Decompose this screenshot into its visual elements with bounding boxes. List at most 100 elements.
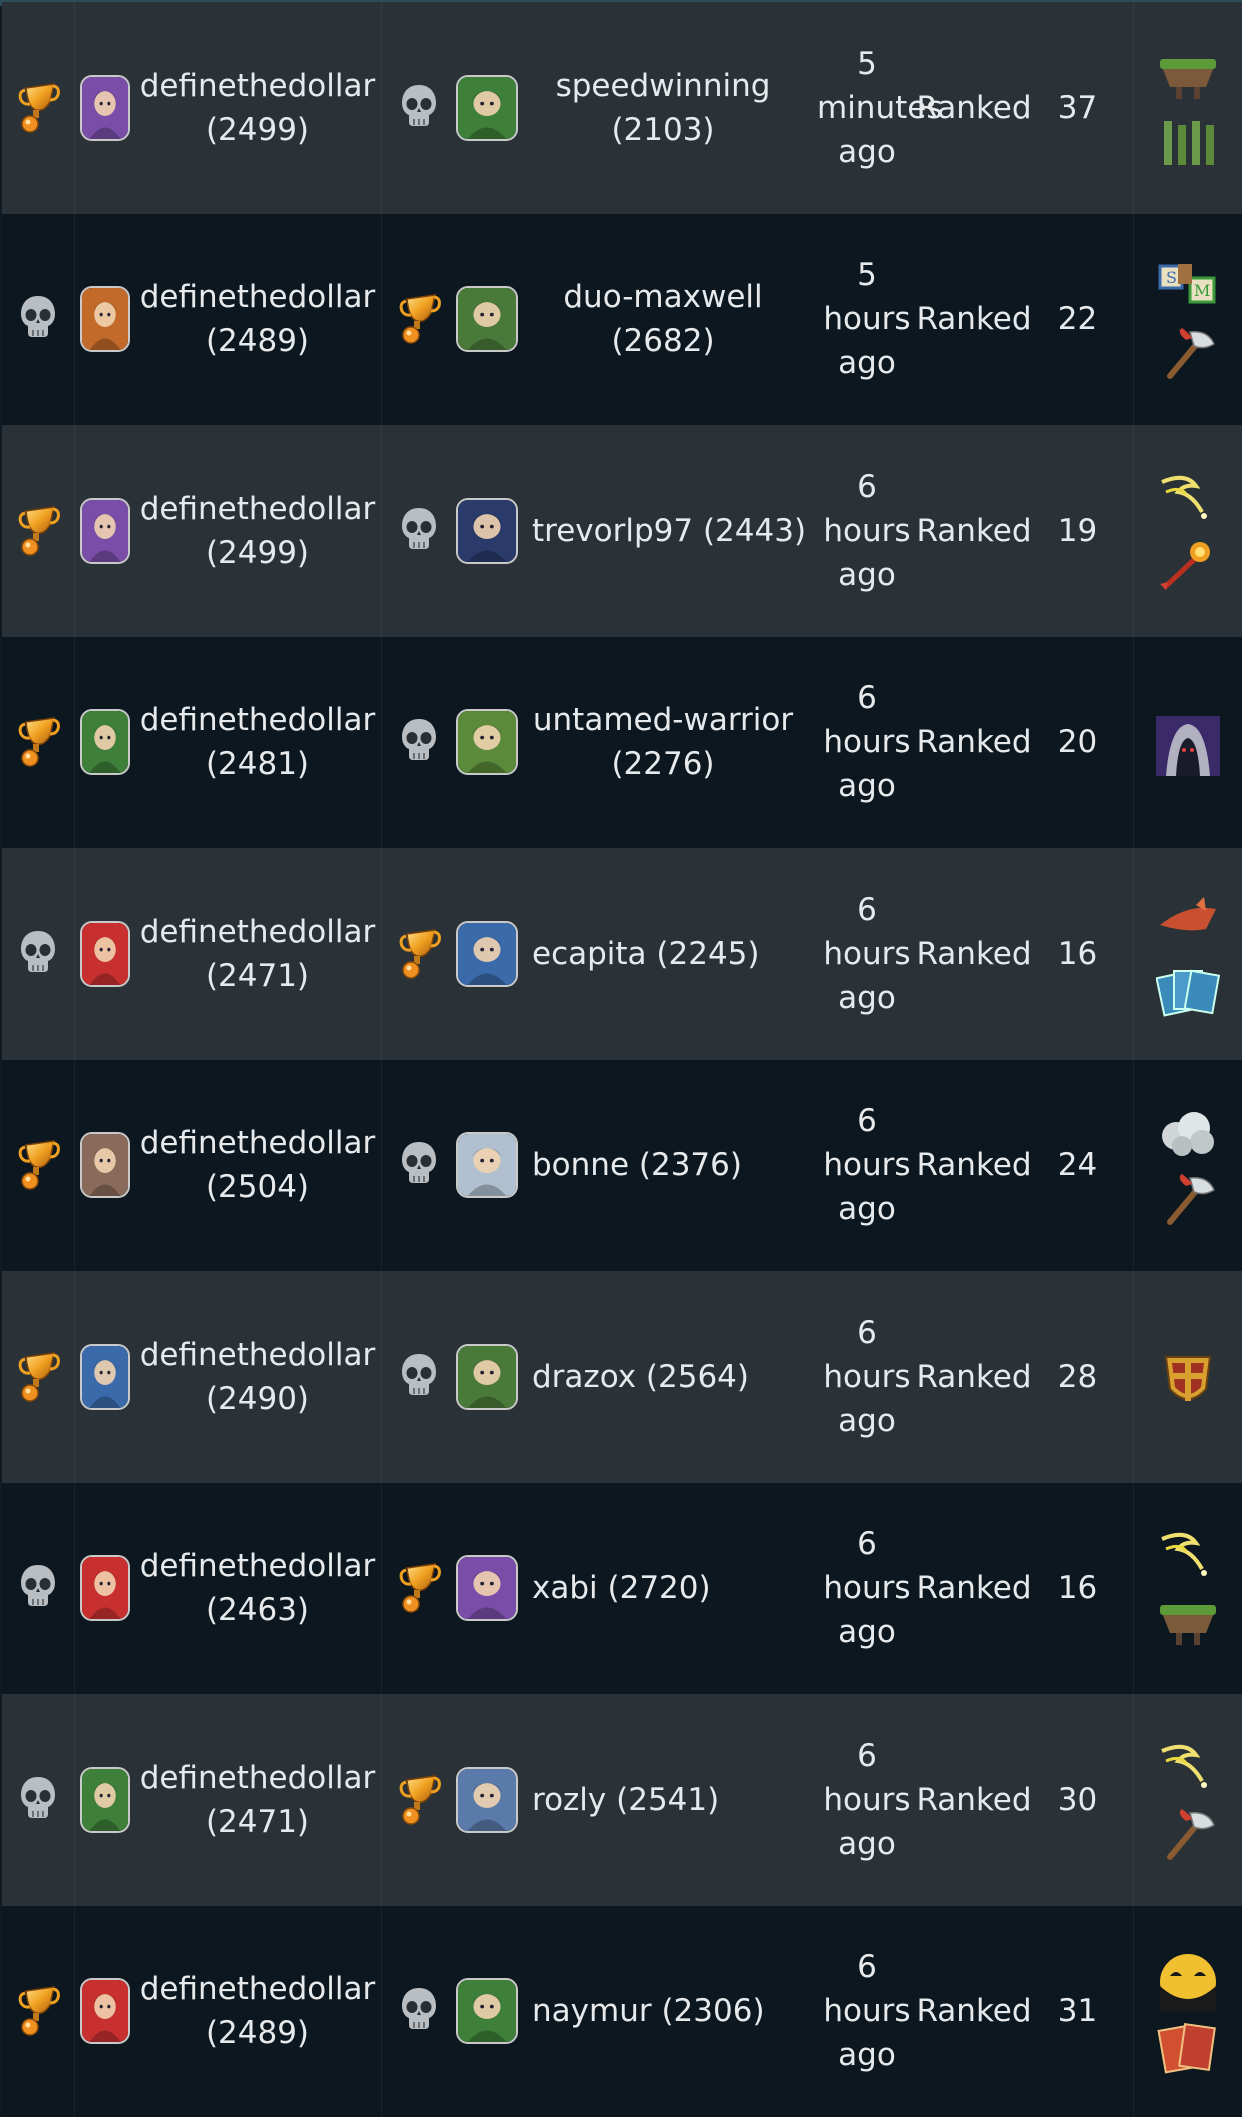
shield-card-icon[interactable] bbox=[1156, 1351, 1220, 1403]
player2-link[interactable]: trevorlp97 (2443) bbox=[532, 509, 806, 553]
player1-link[interactable]: definethedollar (2471) bbox=[140, 1756, 375, 1844]
axe-card-icon[interactable] bbox=[1156, 1172, 1220, 1224]
match-row: definethedollar (2489) duo-maxwell bbox=[2, 214, 1242, 426]
match-cards-cell: S M bbox=[1134, 214, 1242, 426]
player1-link[interactable]: definethedollar (2489) bbox=[140, 1967, 375, 2055]
player1-result bbox=[2, 2, 74, 214]
wizard-avatar[interactable] bbox=[80, 1344, 130, 1410]
golden-knight-avatar[interactable] bbox=[456, 1555, 518, 1621]
night-eyes-card-icon[interactable] bbox=[1156, 1952, 1220, 2004]
player2-link[interactable]: ecapita (2245) bbox=[532, 932, 760, 976]
old-sage-avatar[interactable] bbox=[456, 1344, 518, 1410]
trophy-icon bbox=[16, 1981, 60, 2041]
elf-girl-avatar[interactable] bbox=[456, 1978, 518, 2044]
red-dragon-avatar[interactable] bbox=[80, 1978, 130, 2044]
sm-blocks-card-icon[interactable]: S M bbox=[1156, 260, 1220, 312]
match-turns: 20 bbox=[1058, 720, 1097, 764]
player2-link[interactable]: xabi (2720) bbox=[532, 1566, 711, 1610]
bars-card-icon[interactable] bbox=[1156, 115, 1220, 167]
match-mode: Ranked bbox=[916, 1143, 1031, 1187]
axe-card-icon[interactable] bbox=[1156, 1807, 1220, 1859]
player2-avatar-cell bbox=[456, 1906, 518, 2117]
dark-mage-avatar[interactable] bbox=[456, 498, 518, 564]
trophy-icon bbox=[16, 1347, 60, 1407]
lizard-warrior-avatar[interactable] bbox=[456, 709, 518, 775]
elf-girl-avatar[interactable] bbox=[80, 1767, 130, 1833]
player1-avatar-cell bbox=[74, 1483, 134, 1695]
red-dragon-avatar[interactable] bbox=[80, 921, 130, 987]
photo-face-avatar[interactable] bbox=[80, 1132, 130, 1198]
player1-link[interactable]: definethedollar (2490) bbox=[140, 1333, 375, 1421]
player2-rating: (2276) bbox=[533, 742, 793, 786]
player2-link[interactable]: duo-maxwell (2682) bbox=[563, 275, 762, 363]
axe-card-icon[interactable] bbox=[1156, 326, 1220, 378]
skull-icon bbox=[18, 1774, 58, 1826]
player2-name: naymur bbox=[532, 1993, 652, 2029]
sleeping-avatar[interactable] bbox=[456, 1132, 518, 1198]
match-mode-cell: Ranked bbox=[926, 1271, 1022, 1483]
lightning-card-icon[interactable] bbox=[1156, 1529, 1220, 1581]
player2-link[interactable]: untamed-warrior (2276) bbox=[533, 698, 793, 786]
elf-girl-avatar[interactable] bbox=[80, 709, 130, 775]
player1-link[interactable]: definethedollar (2504) bbox=[140, 1121, 375, 1209]
player2-result bbox=[382, 1060, 456, 1272]
lightning-card-icon[interactable] bbox=[1156, 1741, 1220, 1793]
card-deck-card-icon[interactable] bbox=[1156, 961, 1220, 1013]
player1-link[interactable]: definethedollar (2499) bbox=[140, 64, 375, 152]
match-turns-cell: 37 bbox=[1022, 2, 1134, 214]
svg-text:S: S bbox=[1166, 268, 1177, 287]
match-mode: Ranked bbox=[916, 86, 1031, 130]
player1-link[interactable]: definethedollar (2489) bbox=[140, 275, 375, 363]
player2-name-cell: trevorlp97 (2443) bbox=[518, 425, 808, 637]
player2-link[interactable]: drazox (2564) bbox=[532, 1355, 749, 1399]
match-mode-cell: Ranked bbox=[926, 1906, 1022, 2117]
player2-link[interactable]: speedwinning (2103) bbox=[556, 64, 771, 152]
ranger-avatar[interactable] bbox=[456, 286, 518, 352]
match-time: 5 minutes ago bbox=[817, 42, 917, 174]
player2-link[interactable]: rozly (2541) bbox=[532, 1778, 719, 1822]
player1-name: definethedollar bbox=[140, 698, 375, 742]
smoke-cloud-card-icon[interactable] bbox=[1156, 1106, 1220, 1158]
match-time: 6 hours ago bbox=[817, 1099, 917, 1231]
player1-link[interactable]: definethedollar (2481) bbox=[140, 698, 375, 786]
young-hero-avatar[interactable] bbox=[456, 1767, 518, 1833]
hooded-figure-card-icon[interactable] bbox=[1156, 716, 1220, 768]
player1-link[interactable]: definethedollar (2463) bbox=[140, 1544, 375, 1632]
match-mode-cell: Ranked bbox=[926, 1060, 1022, 1272]
player2-result bbox=[382, 1906, 456, 2117]
elf-girl-avatar[interactable] bbox=[456, 75, 518, 141]
match-turns-cell: 16 bbox=[1022, 1483, 1134, 1695]
explosive-arrow-card-icon[interactable] bbox=[1156, 538, 1220, 590]
match-mode-cell: Ranked bbox=[926, 637, 1022, 849]
player1-name: definethedollar bbox=[140, 1756, 375, 1800]
player2-name: speedwinning bbox=[556, 64, 771, 108]
golden-knight-avatar[interactable] bbox=[80, 75, 130, 141]
fox-hat-card-icon[interactable] bbox=[1156, 895, 1220, 947]
player1-avatar-cell bbox=[74, 637, 134, 849]
player2-result bbox=[382, 1483, 456, 1695]
match-row: definethedollar (2499) trevorlp97 (2443) bbox=[2, 425, 1242, 637]
player2-name-cell: bonne (2376) bbox=[518, 1060, 808, 1272]
player2-link[interactable]: bonne (2376) bbox=[532, 1143, 742, 1187]
player1-link[interactable]: definethedollar (2499) bbox=[140, 487, 375, 575]
player2-name-cell: untamed-warrior (2276) bbox=[518, 637, 808, 849]
golden-knight-avatar[interactable] bbox=[80, 498, 130, 564]
mech-warrior-avatar[interactable] bbox=[80, 286, 130, 352]
player2-link[interactable]: naymur (2306) bbox=[532, 1989, 765, 2033]
player2-name: ecapita bbox=[532, 936, 647, 972]
player1-link[interactable]: definethedollar (2471) bbox=[140, 910, 375, 998]
match-time-cell: 6 hours ago bbox=[808, 1271, 926, 1483]
player2-avatar-cell bbox=[456, 1060, 518, 1272]
floating-island-card-icon[interactable] bbox=[1156, 1595, 1220, 1647]
trophy-icon bbox=[16, 1135, 60, 1195]
player2-result bbox=[382, 637, 456, 849]
spell-cards-card-icon[interactable] bbox=[1156, 2018, 1220, 2070]
player2-avatar-cell bbox=[456, 2, 518, 214]
wizard-avatar[interactable] bbox=[456, 921, 518, 987]
match-time: 6 hours ago bbox=[817, 888, 917, 1020]
red-dragon-avatar[interactable] bbox=[80, 1555, 130, 1621]
match-cards-cell bbox=[1134, 848, 1242, 1060]
player2-name: xabi bbox=[532, 1570, 598, 1606]
floating-island-card-icon[interactable] bbox=[1156, 49, 1220, 101]
lightning-card-icon[interactable] bbox=[1156, 472, 1220, 524]
